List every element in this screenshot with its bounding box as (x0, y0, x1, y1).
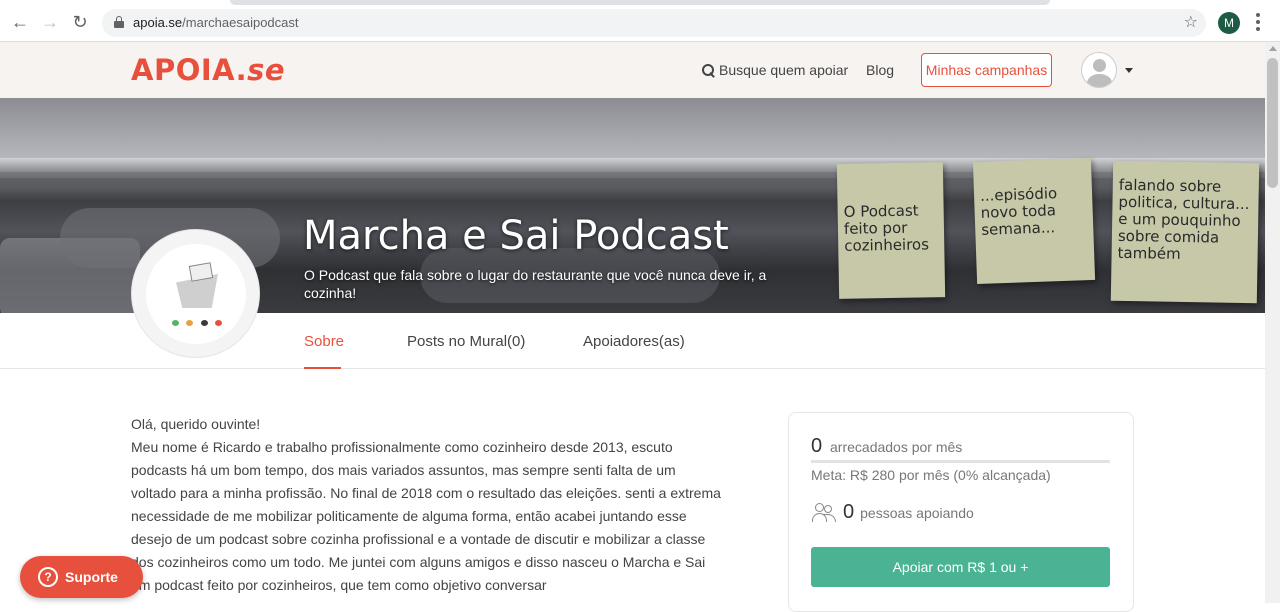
about-section: Olá, querido ouvinte! Meu nome é Ricardo… (131, 413, 721, 597)
support-help-label: Suporte (65, 569, 118, 585)
raised-value: 0 (811, 435, 823, 457)
page-scrollbar[interactable] (1265, 42, 1280, 603)
search-icon (702, 63, 715, 77)
supporters-count: 0 pessoas apoiando (811, 501, 974, 524)
goal-text: Meta: R$ 280 por mês (0% alcançada) (811, 467, 1051, 483)
campaign-title: Marcha e Sai Podcast (303, 213, 729, 259)
profile-avatar[interactable]: M (1218, 12, 1240, 34)
tab-supporters[interactable]: Apoiadores(as) (583, 333, 685, 350)
campaign-logo-image (146, 244, 246, 344)
search-label: Busque quem apoiar (719, 62, 849, 78)
support-help-button[interactable]: ? Suporte (20, 556, 143, 598)
reload-icon[interactable]: ↻ (70, 12, 90, 32)
address-bar[interactable]: apoia.se/marchaesaipodcast ☆ (102, 9, 1206, 37)
raised-amount: 0 arrecadados por mês (811, 435, 962, 458)
scroll-up-icon[interactable] (1269, 46, 1277, 51)
campaign-logo (131, 229, 260, 358)
banner-note: O Podcast feito por cozinheiros (836, 162, 946, 299)
user-avatar[interactable] (1081, 52, 1117, 88)
logo-suffix: se (247, 53, 286, 87)
support-button[interactable]: Apoiar com R$ 1 ou + (811, 547, 1110, 587)
user-silhouette-icon (1093, 59, 1106, 72)
arrow-right-icon[interactable]: → (40, 12, 60, 32)
browser-toolbar: ← → ↻ apoia.se/marchaesaipodcast ☆ M (0, 0, 1280, 42)
chevron-down-icon[interactable] (1125, 68, 1133, 73)
star-icon[interactable]: ☆ (1184, 12, 1198, 32)
about-body: Meu nome é Ricardo e trabalho profission… (131, 439, 721, 593)
scroll-thumb[interactable] (1267, 58, 1278, 188)
url-text: apoia.se/marchaesaipodcast (133, 15, 299, 30)
site-header: APOIA.se Busque quem apoiar Blog Minhas … (0, 42, 1265, 98)
my-campaigns-button[interactable]: Minhas campanhas (921, 53, 1052, 87)
platform-icons (172, 320, 222, 326)
tab-sobre[interactable]: Sobre (304, 333, 344, 369)
url-path: /marchaesaipodcast (182, 15, 299, 30)
arrow-left-icon[interactable]: ← (10, 12, 30, 32)
tab-posts[interactable]: Posts no Mural(0) (407, 333, 525, 350)
url-host: apoia.se (133, 15, 183, 30)
lock-icon (114, 16, 124, 28)
banner-note: falando sobre politica, cultura... e um … (1110, 160, 1260, 304)
search-link[interactable]: Busque quem apoiar (702, 62, 848, 78)
raised-label: arrecadados por mês (830, 439, 963, 455)
support-card: 0 arrecadados por mês Meta: R$ 280 por m… (788, 412, 1134, 612)
tab-strip (230, 0, 1050, 5)
banner-note: ...episódio novo toda semana... (972, 157, 1096, 285)
apoiase-logo[interactable]: APOIA.se (131, 53, 285, 87)
people-icon (811, 502, 837, 524)
menu-dots-icon[interactable] (1256, 13, 1260, 31)
supporters-label: pessoas apoiando (860, 504, 974, 521)
goal-progress-bar (811, 460, 1110, 463)
question-circle-icon: ? (38, 567, 58, 587)
blog-link[interactable]: Blog (866, 62, 894, 78)
about-greeting: Olá, querido ouvinte! (131, 416, 261, 432)
logo-main: APOIA. (131, 53, 248, 87)
campaign-subtitle: O Podcast que fala sobre o lugar do rest… (304, 267, 767, 301)
supporters-value: 0 (843, 501, 855, 523)
